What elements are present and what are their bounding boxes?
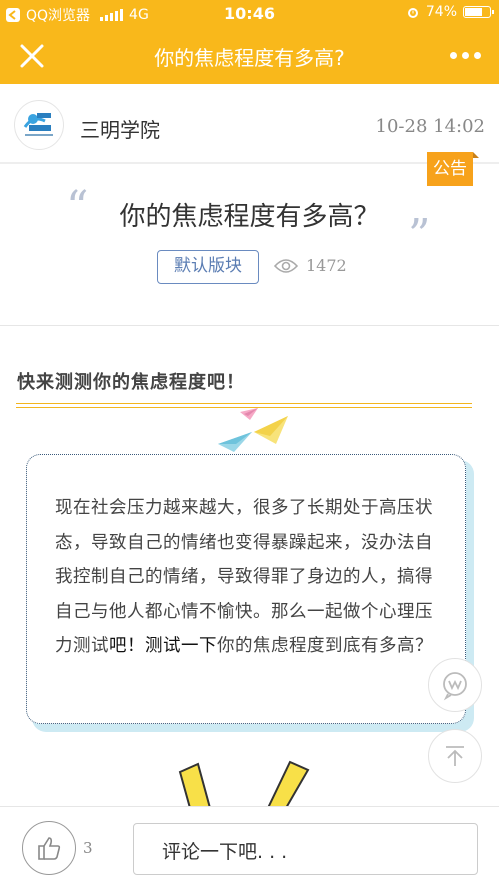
intro-text: 现在社会压力越来越大，很多了长期处于高压状态，导致自己的情绪也变得暴躁起来，没办…	[55, 491, 447, 664]
battery-icon	[463, 6, 494, 18]
view-count-value: 1472	[306, 256, 347, 275]
post-time: 10-28 14:02	[375, 116, 486, 137]
intro-card: 现在社会压力越来越大，很多了长期处于高压状态，导致自己的情绪也变得暴躁起来，没办…	[26, 454, 466, 724]
school-logo	[23, 113, 53, 136]
navigation-bar: 你的焦虑程度有多高?	[0, 28, 499, 84]
intro-text-part-2: 吧！测试一下	[109, 636, 217, 656]
badge-fold	[473, 152, 479, 158]
arrow-up-icon	[446, 746, 464, 766]
like-count: 3	[83, 839, 93, 857]
comment-placeholder: 评论一下吧. . .	[162, 841, 288, 863]
divider	[0, 325, 499, 326]
comment-input[interactable]: 评论一下吧. . .	[133, 823, 478, 875]
eye-icon	[274, 258, 298, 273]
decoration-rays-icon	[178, 760, 310, 808]
battery-percent: 74%	[425, 4, 457, 20]
view-count: 1472	[274, 256, 347, 275]
status-bar: QQ浏览器 4G 10:46 74%	[0, 0, 499, 28]
like-button[interactable]	[22, 821, 76, 875]
author-header: 三明学院 10-28 14:02	[0, 84, 499, 162]
badge-label: 公告	[427, 152, 473, 186]
close-quote-icon: ”	[408, 210, 431, 261]
more-icon[interactable]	[450, 52, 481, 59]
paper-planes-icon	[218, 408, 288, 452]
wechat-share-icon	[443, 672, 467, 701]
intro-text-part-1: 现在社会压力越来越大，很多了长期处于高压状态，导致自己的情绪也变得暴躁起来，没办…	[55, 498, 433, 656]
share-button[interactable]	[428, 658, 482, 712]
page-title: 你的焦虑程度有多高?	[154, 46, 345, 70]
avatar[interactable]	[14, 100, 64, 150]
back-to-top-button[interactable]	[428, 729, 482, 783]
alarm-icon	[407, 8, 418, 18]
category-tag[interactable]: 默认版块	[157, 250, 259, 284]
announcement-badge: 公告	[427, 152, 479, 192]
section-heading: 快来测测你的焦虑程度吧！	[17, 372, 245, 393]
thumbs-up-icon	[38, 837, 61, 860]
intro-text-part-3: 你的焦虑程度到底有多高？	[217, 636, 433, 656]
author-name[interactable]: 三明学院	[80, 114, 160, 143]
bottom-bar: 3 评论一下吧. . .	[0, 806, 499, 890]
divider	[0, 162, 499, 164]
